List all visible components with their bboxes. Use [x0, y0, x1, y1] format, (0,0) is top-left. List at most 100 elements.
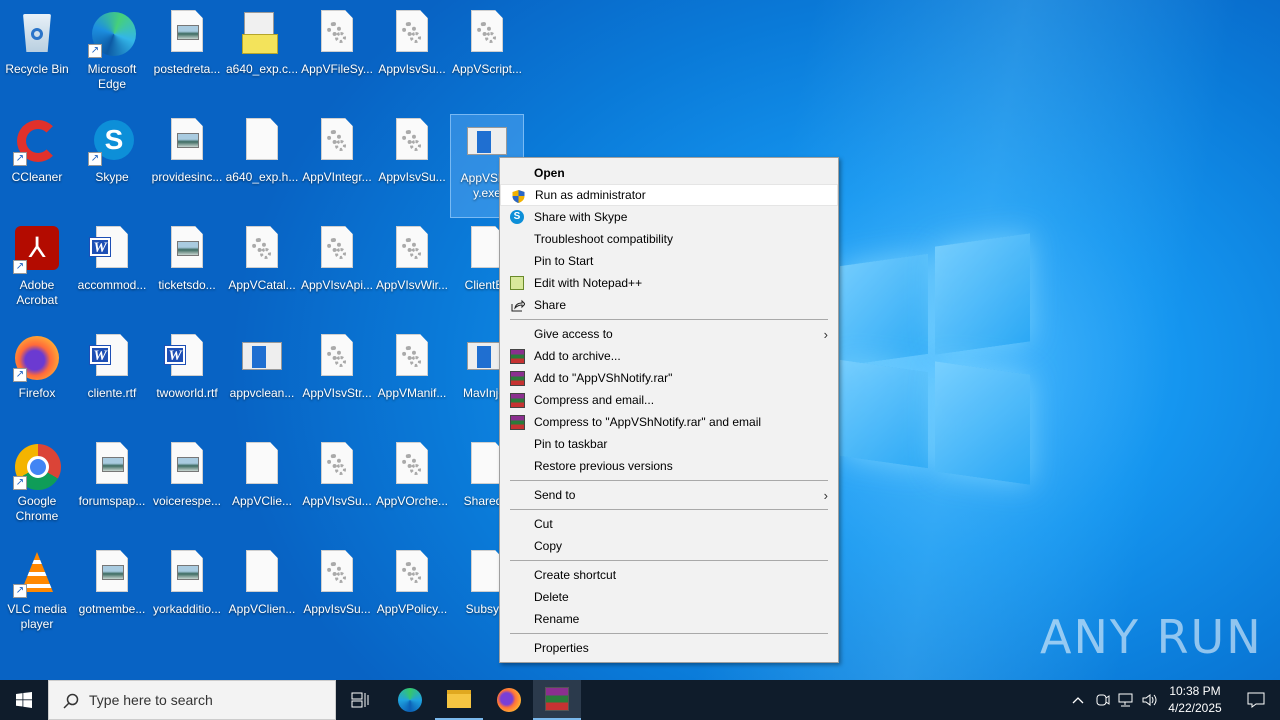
- desktop-icon-appvintegr[interactable]: AppVIntegr...: [300, 114, 374, 218]
- menu-item-properties[interactable]: Properties: [500, 637, 838, 659]
- desktop-icon-forumspap[interactable]: forumspap...: [75, 438, 149, 542]
- menu-item-add-to-appvshnotify-rar[interactable]: Add to "AppVShNotify.rar": [500, 367, 838, 389]
- menu-item-pin-to-taskbar[interactable]: Pin to taskbar: [500, 433, 838, 455]
- desktop-icon-appvpolicy[interactable]: AppVPolicy...: [375, 546, 449, 650]
- chevron-right-icon: ›: [823, 487, 828, 503]
- menu-item-troubleshoot-compatibility[interactable]: Troubleshoot compatibility: [500, 228, 838, 250]
- gear-icon: [313, 334, 361, 382]
- clock[interactable]: 10:38 PM 4/22/2025: [1160, 683, 1230, 717]
- taskbar-file-explorer[interactable]: [435, 680, 483, 720]
- menu-item-label: Send to: [534, 488, 576, 502]
- desktop-icon-accommod[interactable]: Waccommod...: [75, 222, 149, 326]
- menu-separator: [510, 633, 828, 634]
- desktop-icon-voicerespe[interactable]: voicerespe...: [150, 438, 224, 542]
- desktop-icon-a640-exp[interactable]: a640_exp.h...: [225, 114, 299, 218]
- desktop-icon-appvisvsu[interactable]: AppvIsvSu...: [375, 6, 449, 110]
- desktop-icon-adobe[interactable]: ⅄ ↗ Adobe Acrobat: [0, 222, 74, 326]
- desktop-icon-appvisvsu[interactable]: AppVIsvSu...: [300, 438, 374, 542]
- menu-item-label: Compress and email...: [534, 393, 655, 407]
- archive-icon: [238, 10, 286, 58]
- task-view-button[interactable]: [336, 680, 384, 720]
- taskbar-firefox[interactable]: [485, 680, 533, 720]
- desktop-icon-cliente[interactable]: Wcliente.rtf: [75, 330, 149, 434]
- menu-item-compress-to-appvshnotify-rar-and-email[interactable]: Compress to "AppVShNotify.rar" and email: [500, 411, 838, 433]
- menu-item-label: Add to archive...: [534, 349, 621, 363]
- desktop-icon-appvclien[interactable]: AppVClien...: [225, 546, 299, 650]
- desktop-icon-recycle-bin[interactable]: Recycle Bin: [0, 6, 74, 110]
- desktop-icon-appvmanif[interactable]: AppVManif...: [375, 330, 449, 434]
- menu-item-open[interactable]: Open: [500, 162, 838, 184]
- clock-time: 10:38 PM: [1169, 684, 1221, 698]
- desktop-icon-twoworld[interactable]: Wtwoworld.rtf: [150, 330, 224, 434]
- desktop-icon-appvisvstr[interactable]: AppVIsvStr...: [300, 330, 374, 434]
- menu-item-label: Copy: [534, 539, 563, 553]
- desktop-icon-label: AppVFileSy...: [301, 62, 373, 76]
- ccleaner-icon: ↗: [13, 118, 61, 166]
- desktop-icon-appvorche[interactable]: AppVOrche...: [375, 438, 449, 542]
- menu-item-share[interactable]: Share: [500, 294, 838, 316]
- desktop-icon-appvisvsu[interactable]: AppvIsvSu...: [375, 114, 449, 218]
- desktop-icon-appvcatal[interactable]: AppVCatal...: [225, 222, 299, 326]
- desktop-icon-ccleaner[interactable]: ↗ CCleaner: [0, 114, 74, 218]
- desktop-icon-skype[interactable]: S ↗ Skype: [75, 114, 149, 218]
- menu-item-give-access-to[interactable]: Give access to ›: [500, 323, 838, 345]
- network-icon[interactable]: [1115, 680, 1137, 720]
- menu-item-share-with-skype[interactable]: S Share with Skype: [500, 206, 838, 228]
- desktop-icon-label: AppVCatal...: [228, 278, 296, 292]
- desktop-icon-label: AppVIsvWir...: [375, 278, 449, 292]
- desktop-icon-appvisvsu[interactable]: AppvIsvSu...: [300, 546, 374, 650]
- start-button[interactable]: [0, 680, 48, 720]
- action-center-button[interactable]: [1232, 680, 1280, 720]
- menu-item-label: Restore previous versions: [534, 459, 673, 473]
- menu-item-restore-previous-versions[interactable]: Restore previous versions: [500, 455, 838, 477]
- menu-item-run-as-administrator[interactable]: Run as administrator: [500, 184, 838, 206]
- desktop-icon-firefox[interactable]: ↗ Firefox: [0, 330, 74, 434]
- menu-item-create-shortcut[interactable]: Create shortcut: [500, 564, 838, 586]
- word-icon: W: [163, 334, 211, 382]
- desktop-icon-appvisvapi[interactable]: AppVIsvApi...: [300, 222, 374, 326]
- image-icon: [163, 118, 211, 166]
- winrar-icon: [510, 393, 525, 408]
- image-icon: [88, 550, 136, 598]
- volume-icon[interactable]: [1139, 680, 1161, 720]
- desktop-icon-google[interactable]: ↗ Google Chrome: [0, 438, 74, 542]
- menu-item-add-to-archive[interactable]: Add to archive...: [500, 345, 838, 367]
- desktop-icon-appvfilesy[interactable]: AppVFileSy...: [300, 6, 374, 110]
- desktop-icon-label: AppVManif...: [377, 386, 447, 400]
- image-icon: [163, 442, 211, 490]
- desktop-icon-label: Recycle Bin: [5, 62, 69, 76]
- taskbar-edge[interactable]: [386, 680, 434, 720]
- desktop-icon-vlc-media[interactable]: ↗ VLC media player: [0, 546, 74, 650]
- search-box[interactable]: Type here to search: [48, 680, 336, 720]
- gear-icon: [388, 10, 436, 58]
- menu-item-pin-to-start[interactable]: Pin to Start: [500, 250, 838, 272]
- desktop-icon-providesinc[interactable]: providesinc...: [150, 114, 224, 218]
- desktop-icon-appvisvwir[interactable]: AppVIsvWir...: [375, 222, 449, 326]
- desktop-icon-appvclean[interactable]: appvclean...: [225, 330, 299, 434]
- desktop-icon-yorkadditio[interactable]: yorkadditio...: [150, 546, 224, 650]
- vlc-icon: ↗: [13, 550, 61, 598]
- desktop-icon-a640-exp[interactable]: a640_exp.c...: [225, 6, 299, 110]
- desktop-icon-ticketsdo[interactable]: ticketsdo...: [150, 222, 224, 326]
- taskbar-winrar[interactable]: [533, 680, 581, 720]
- menu-item-rename[interactable]: Rename: [500, 608, 838, 630]
- menu-item-cut[interactable]: Cut: [500, 513, 838, 535]
- desktop-icon-postedreta[interactable]: postedreta...: [150, 6, 224, 110]
- meet-now-icon[interactable]: [1092, 680, 1114, 720]
- desktop-icon-label: VLC media player: [7, 602, 67, 631]
- menu-item-edit-with-notepad[interactable]: Edit with Notepad++: [500, 272, 838, 294]
- menu-item-compress-and-email[interactable]: Compress and email...: [500, 389, 838, 411]
- search-placeholder: Type here to search: [89, 692, 213, 708]
- menu-item-delete[interactable]: Delete: [500, 586, 838, 608]
- desktop-icon-appvscript[interactable]: AppVScript...: [450, 6, 524, 110]
- desktop-icon-microsoft[interactable]: ↗ Microsoft Edge: [75, 6, 149, 110]
- show-hidden-icons[interactable]: [1066, 680, 1090, 720]
- menu-item-copy[interactable]: Copy: [500, 535, 838, 557]
- shortcut-arrow-icon: ↗: [13, 368, 27, 382]
- menu-item-label: Share: [534, 298, 567, 312]
- menu-item-send-to[interactable]: Send to ›: [500, 484, 838, 506]
- desktop-icon-gotmembe[interactable]: gotmembe...: [75, 546, 149, 650]
- app-icon: [238, 334, 286, 382]
- desktop-icon-appvclie[interactable]: AppVClie...: [225, 438, 299, 542]
- gear-icon: [238, 226, 286, 274]
